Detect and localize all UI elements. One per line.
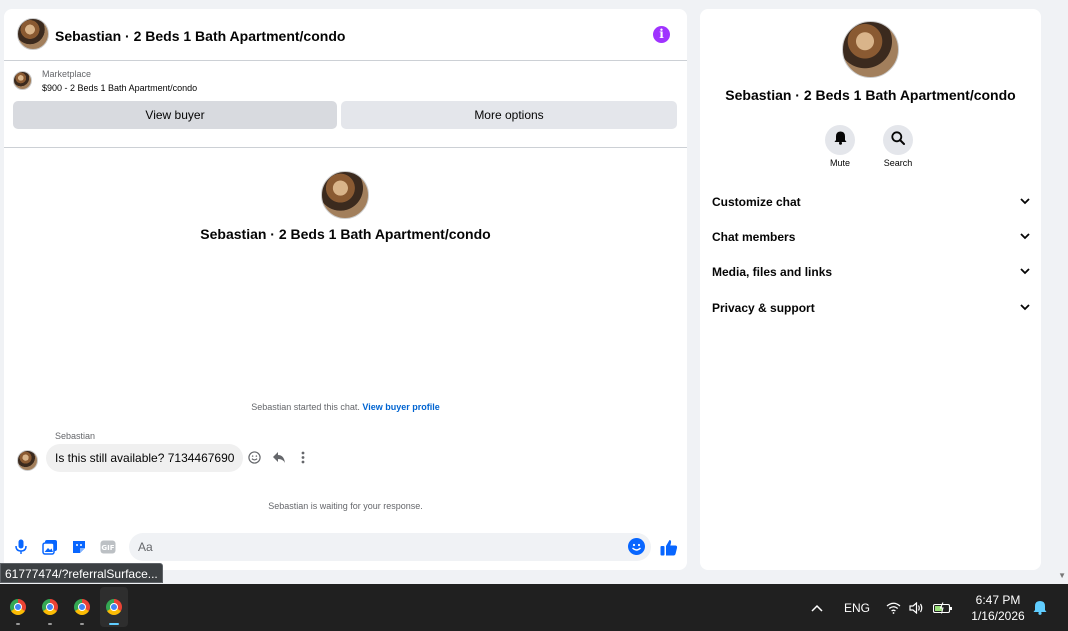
link-status-tooltip: 61777474/?referralSurface...	[0, 563, 163, 583]
taskbar-chrome-4[interactable]	[100, 587, 128, 627]
message-bubble: Is this still available? 7134467690	[46, 444, 244, 472]
message-input[interactable]	[129, 533, 651, 561]
view-buyer-profile-link[interactable]: View buyer profile	[362, 402, 439, 412]
listing-thumbnail[interactable]	[13, 71, 32, 90]
message-sender-name: Sebastian	[55, 431, 96, 441]
reply-icon[interactable]	[271, 450, 286, 465]
react-icon[interactable]	[247, 450, 262, 465]
listing-title[interactable]: $900 - 2 Beds 1 Bath Apartment/condo	[42, 83, 197, 93]
chrome-icon	[74, 599, 90, 615]
wifi-icon[interactable]	[886, 584, 901, 631]
taskbar-chrome-3[interactable]	[68, 587, 96, 627]
system-clock[interactable]: 6:47 PM 1/16/2026	[962, 592, 1034, 624]
section-label: Privacy & support	[712, 301, 815, 315]
section-label: Media, files and links	[712, 265, 833, 279]
chat-panel: Sebastian · 2 Beds 1 Bath Apartment/cond…	[4, 9, 687, 570]
chrome-icon	[42, 599, 58, 615]
info-name: Sebastian · 2 Beds 1 Bath Apartment/cond…	[725, 87, 1016, 103]
battery-icon[interactable]	[933, 584, 953, 631]
scroll-down-arrow[interactable]: ▼	[1058, 571, 1066, 580]
mute-label: Mute	[829, 158, 850, 168]
gif-icon[interactable]: GIF	[99, 538, 117, 556]
volume-icon[interactable]	[909, 584, 924, 631]
marketplace-banner: Marketplace $900 - 2 Beds 1 Bath Apartme…	[4, 61, 687, 148]
tray-overflow-icon[interactable]	[811, 584, 823, 631]
clock-date: 1/16/2026	[971, 609, 1025, 623]
section-chat-members[interactable]: Chat members	[712, 226, 1030, 248]
taskbar-chrome-1[interactable]	[4, 587, 32, 627]
section-label: Customize chat	[712, 195, 801, 209]
intro-name: Sebastian · 2 Beds 1 Bath Apartment/cond…	[200, 226, 491, 242]
notification-bell-icon[interactable]	[1033, 584, 1047, 631]
chat-header: Sebastian · 2 Beds 1 Bath Apartment/cond…	[4, 9, 687, 61]
info-icon[interactable]: i	[653, 26, 670, 43]
svg-text:GIF: GIF	[101, 544, 114, 552]
section-label: Chat members	[712, 230, 796, 244]
search-button[interactable]	[883, 125, 913, 155]
info-avatar[interactable]	[842, 21, 899, 78]
chevron-down-icon	[1020, 226, 1030, 248]
view-buyer-button[interactable]: View buyer	[13, 101, 337, 129]
section-customize-chat[interactable]: Customize chat	[712, 191, 1030, 213]
message-actions	[247, 450, 310, 465]
chrome-icon	[106, 599, 122, 615]
chat-header-avatar[interactable]	[17, 18, 49, 50]
marketplace-label: Marketplace	[42, 69, 92, 79]
chat-started-text: Sebastian started this chat.	[251, 402, 360, 412]
chat-header-title[interactable]: Sebastian · 2 Beds 1 Bath Apartment/cond…	[55, 28, 345, 44]
chrome-icon	[10, 599, 26, 615]
chat-info-panel: Sebastian · 2 Beds 1 Bath Apartment/cond…	[700, 9, 1041, 570]
chevron-down-icon	[1020, 191, 1030, 213]
more-vertical-icon[interactable]	[295, 450, 310, 465]
section-privacy-support[interactable]: Privacy & support	[712, 297, 1030, 319]
like-thumb-icon[interactable]	[660, 538, 678, 556]
message-sender-avatar[interactable]	[17, 450, 38, 471]
emoji-icon[interactable]	[628, 538, 645, 555]
chevron-down-icon	[1020, 261, 1030, 283]
mute-button[interactable]	[825, 125, 855, 155]
chat-started-notice: Sebastian started this chat. View buyer …	[4, 402, 687, 412]
taskbar-chrome-2[interactable]	[36, 587, 64, 627]
search-icon	[891, 130, 905, 150]
more-options-button[interactable]: More options	[341, 101, 677, 129]
microphone-icon[interactable]	[12, 538, 30, 556]
section-media-files-links[interactable]: Media, files and links	[712, 261, 1030, 283]
chevron-down-icon	[1020, 297, 1030, 319]
sticker-icon[interactable]	[70, 538, 88, 556]
search-label: Search	[883, 158, 913, 168]
taskbar: ENG 6:47 PM 1/16/2026	[0, 584, 1068, 631]
photo-icon[interactable]	[41, 538, 59, 556]
message-composer: GIF	[4, 529, 687, 565]
clock-time: 6:47 PM	[975, 593, 1021, 607]
language-indicator[interactable]: ENG	[844, 584, 870, 631]
bell-icon	[834, 131, 847, 150]
intro-avatar[interactable]	[321, 171, 369, 219]
waiting-notice: Sebastian is waiting for your response.	[268, 501, 423, 511]
